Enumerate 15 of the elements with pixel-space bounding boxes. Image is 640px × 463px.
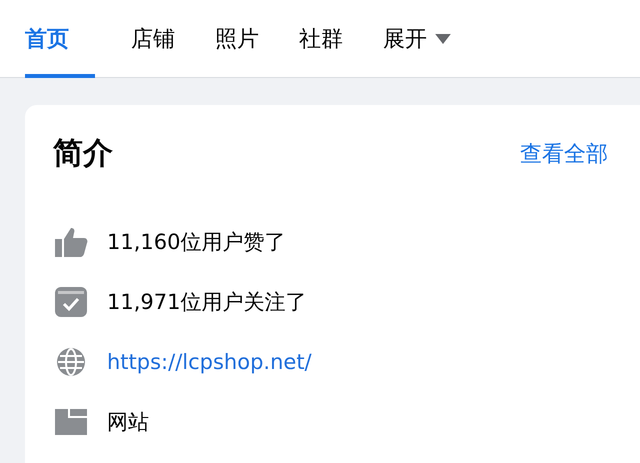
inbox-check-icon: [53, 286, 89, 318]
info-text: 网站: [107, 409, 149, 436]
website-link[interactable]: https://lcpshop.net/: [107, 350, 312, 374]
info-text: 11,971位用户关注了: [107, 289, 306, 316]
tab[interactable]: 社群: [295, 0, 347, 78]
folder-icon: [53, 406, 89, 438]
tab[interactable]: 照片: [211, 0, 263, 78]
thumbs-up-icon: [53, 226, 89, 258]
caret-icon: [435, 34, 451, 44]
info-text: 11,160位用户赞了: [107, 229, 286, 256]
tab[interactable]: 首页: [25, 0, 95, 78]
tab[interactable]: 店铺: [127, 0, 179, 78]
tab[interactable]: 展开: [379, 0, 455, 78]
card-title: 简介: [53, 135, 113, 173]
see-all-link[interactable]: 查看全部: [520, 138, 608, 168]
